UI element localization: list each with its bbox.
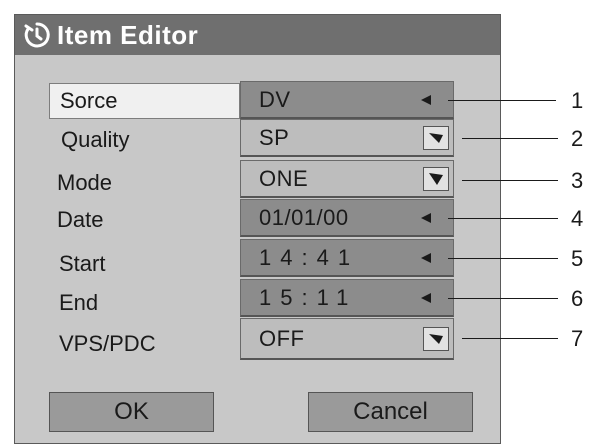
- cancel-button[interactable]: Cancel: [308, 392, 473, 432]
- item-editor-dialog: Item Editor Sorce Quality Mode Date Star…: [14, 14, 501, 444]
- callout-number: 6: [571, 286, 584, 311]
- date-value: 01/01/00: [259, 204, 349, 230]
- dropdown-arrow-icon[interactable]: [423, 166, 449, 191]
- label-source[interactable]: Sorce: [49, 83, 240, 119]
- ok-button[interactable]: OK: [49, 392, 214, 432]
- callout-number: 4: [571, 206, 584, 231]
- callout-line: [448, 218, 558, 219]
- callout-line: [448, 258, 558, 259]
- end-field[interactable]: 15:11: [240, 279, 454, 317]
- label-date: Date: [57, 207, 104, 232]
- mode-field[interactable]: ONE: [240, 160, 454, 198]
- dropdown-arrow-icon[interactable]: [423, 326, 449, 351]
- title-bar: Item Editor: [15, 15, 500, 55]
- callout-line: [462, 338, 558, 339]
- callout-line: [448, 100, 556, 101]
- left-arrow-icon[interactable]: [421, 252, 431, 263]
- quality-value: SP: [259, 124, 290, 150]
- dialog-title: Item Editor: [57, 19, 199, 50]
- source-value: DV: [259, 86, 291, 112]
- label-end: End: [59, 290, 99, 315]
- end-value: 15:11: [259, 284, 358, 310]
- left-arrow-icon[interactable]: [421, 94, 431, 105]
- callout-line: [462, 138, 558, 139]
- callout-line: [462, 180, 558, 181]
- start-field[interactable]: 14:41: [240, 239, 454, 277]
- vps-pdc-field[interactable]: OFF: [240, 318, 454, 360]
- label-quality: Quality: [61, 127, 130, 152]
- vps-pdc-value: OFF: [259, 325, 305, 351]
- source-field[interactable]: DV: [240, 81, 454, 119]
- date-field[interactable]: 01/01/00: [240, 199, 454, 237]
- label-start: Start: [59, 251, 106, 276]
- start-value: 14:41: [259, 244, 360, 270]
- left-arrow-icon[interactable]: [421, 292, 431, 303]
- quality-field[interactable]: SP: [240, 119, 454, 157]
- label-vps-pdc: VPS/PDC: [59, 331, 156, 356]
- callout-number: 3: [571, 168, 584, 193]
- callout-number: 2: [571, 126, 584, 151]
- left-arrow-icon[interactable]: [421, 212, 431, 223]
- callout-number: 5: [571, 246, 584, 271]
- callout-line: [448, 298, 558, 299]
- callout-number: 1: [571, 88, 584, 113]
- callout-number: 7: [571, 326, 584, 351]
- mode-value: ONE: [259, 165, 309, 191]
- dropdown-arrow-icon[interactable]: [423, 125, 449, 150]
- label-mode: Mode: [57, 170, 113, 195]
- timer-icon: [23, 21, 51, 49]
